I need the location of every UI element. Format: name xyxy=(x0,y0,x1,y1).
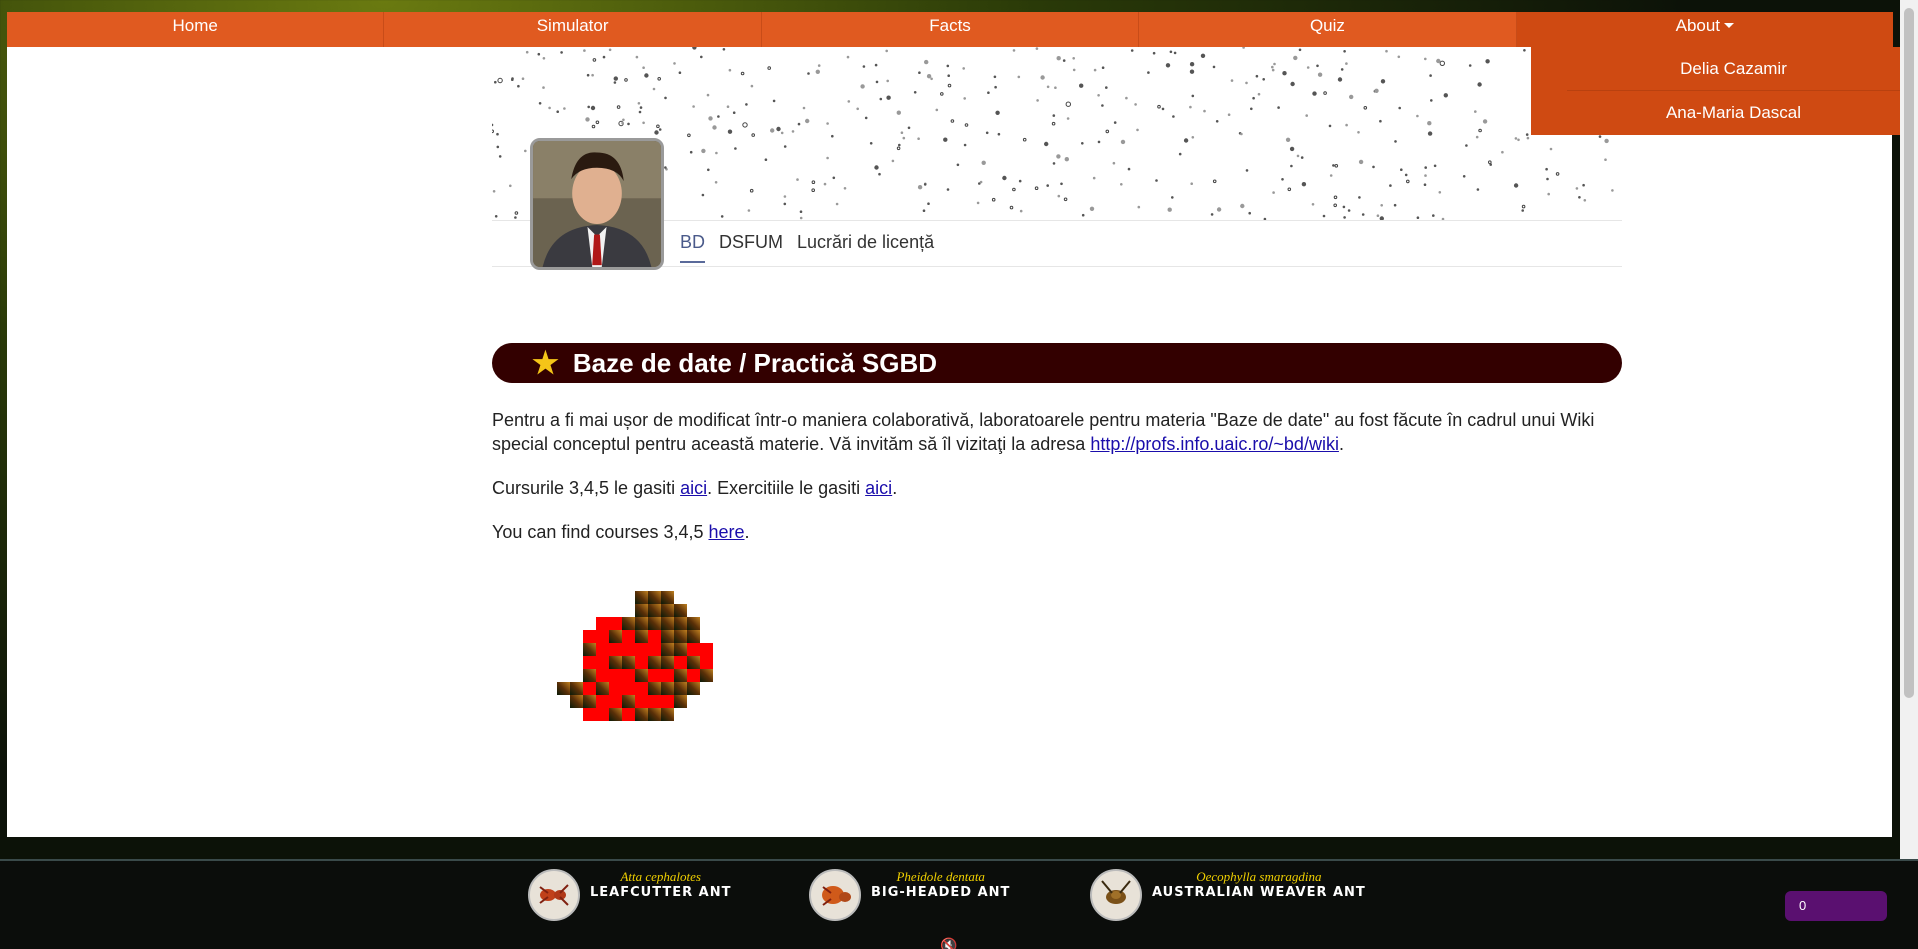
ant-common-name: LEAFCUTTER ANT xyxy=(590,885,732,900)
paragraph-english: You can find courses 3,4,5 here. xyxy=(492,520,1622,544)
nav-about[interactable]: About xyxy=(1516,12,1894,47)
ant-common-name: BIG-HEADED ANT xyxy=(871,885,1011,900)
weaver-ant-icon xyxy=(1090,869,1142,921)
pixel-ant-graphic xyxy=(557,591,713,721)
tab-bd[interactable]: BD xyxy=(680,232,706,263)
exercises-link[interactable]: aici xyxy=(865,478,892,498)
paragraph-courses-end: . xyxy=(892,478,898,498)
nav-quiz[interactable]: Quiz xyxy=(1139,12,1517,47)
dropdown-item-delia[interactable]: Delia Cazamir xyxy=(1567,47,1900,91)
paragraph-wiki-text: Pentru a fi mai ușor de modificat într-o… xyxy=(492,410,1595,454)
ant-latin-name: Pheidole dentata xyxy=(896,869,985,884)
wiki-link[interactable]: http://profs.info.uaic.ro/~bd/wiki xyxy=(1090,434,1339,454)
bottom-bar: Atta cephalotes LEAFCUTTER ANT Pheidole … xyxy=(0,859,1918,949)
ant-entry-leafcutter[interactable]: Atta cephalotes LEAFCUTTER ANT xyxy=(528,869,731,921)
ant-entry-bigheaded[interactable]: Pheidole dentata BIG-HEADED ANT xyxy=(809,869,1010,921)
paragraph-courses-text: Cursurile 3,4,5 le gasiti xyxy=(492,478,681,498)
scrollbar-thumb[interactable] xyxy=(1904,8,1914,698)
ant-text-weaver: Oecophylla smaragdina AUSTRALIAN WEAVER … xyxy=(1152,869,1366,900)
big-headed-ant-icon xyxy=(809,869,861,921)
ant-latin-name: Oecophylla smaragdina xyxy=(1196,869,1322,884)
here-link[interactable]: here xyxy=(708,522,744,542)
paragraph-english-text: You can find courses 3,4,5 xyxy=(492,522,709,542)
star-icon: ★ xyxy=(532,346,559,380)
courses-link[interactable]: aici xyxy=(680,478,707,498)
nav-simulator[interactable]: Simulator xyxy=(384,12,762,47)
ant-text-bigheaded: Pheidole dentata BIG-HEADED ANT xyxy=(871,869,1010,900)
content: Pentru a fi mai ușor de modificat într-o… xyxy=(492,408,1622,564)
dropdown-item-ana-maria[interactable]: Ana-Maria Dascal xyxy=(1567,91,1900,135)
ant-latin-name: Atta cephalotes xyxy=(620,869,701,884)
avatar xyxy=(530,138,664,270)
scrollbar[interactable] xyxy=(1900,0,1918,860)
paragraph-courses-mid: . Exercitiile le gasiti xyxy=(707,478,866,498)
mute-icon[interactable]: 🔇 xyxy=(940,937,957,949)
ant-text-leafcutter: Atta cephalotes LEAFCUTTER ANT xyxy=(590,869,731,900)
nav-facts[interactable]: Facts xyxy=(762,12,1140,47)
section-title: Baze de date / Practică SGBD xyxy=(572,347,938,378)
tab-dsfum[interactable]: DSFUM xyxy=(719,232,783,263)
paragraph-courses: Cursurile 3,4,5 le gasiti aici. Exerciti… xyxy=(492,476,1622,500)
top-nav: Home Simulator Facts Quiz About xyxy=(7,12,1894,47)
section-header: ★ Baze de date / Practică SGBD xyxy=(492,343,1622,383)
nav-about-label: About xyxy=(1675,16,1721,35)
nav-home[interactable]: Home xyxy=(7,12,385,47)
profile-photo xyxy=(533,141,661,267)
ant-common-name: AUSTRALIAN WEAVER ANT xyxy=(1152,885,1366,900)
chevron-down-icon xyxy=(1724,23,1735,28)
paragraph-wiki: Pentru a fi mai ușor de modificat într-o… xyxy=(492,408,1622,456)
tab-licenta[interactable]: Lucrări de licență xyxy=(797,232,934,263)
profile-tabs: BD DSFUM Lucrări de licență xyxy=(680,232,934,263)
about-dropdown: Delia Cazamir Ana-Maria Dascal xyxy=(1531,47,1900,135)
leafcutter-ant-icon xyxy=(528,869,580,921)
ant-entry-weaver[interactable]: Oecophylla smaragdina AUSTRALIAN WEAVER … xyxy=(1090,869,1366,921)
paragraph-english-end: . xyxy=(744,522,750,542)
paragraph-wiki-end: . xyxy=(1338,434,1344,454)
score-counter: 0 xyxy=(1785,891,1887,921)
